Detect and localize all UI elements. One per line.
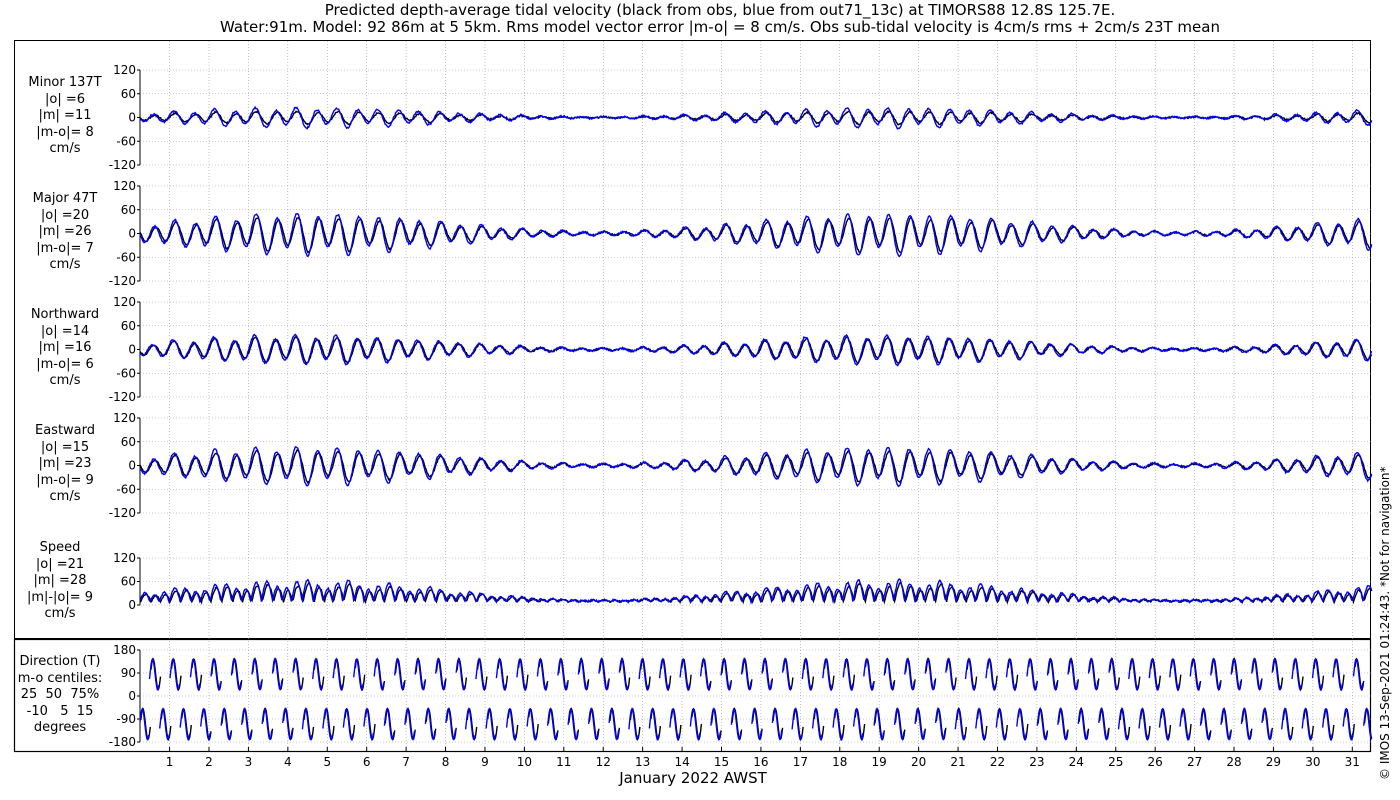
x-tick-label-21: 21 bbox=[950, 755, 965, 769]
x-tick-label-12: 12 bbox=[596, 755, 611, 769]
upper-frame bbox=[14, 40, 1371, 639]
x-tick-label-16: 16 bbox=[753, 755, 768, 769]
y-tick-label-panel-3--120: -120 bbox=[109, 506, 136, 520]
y-tick-label-panel-1-120: 120 bbox=[113, 179, 136, 193]
x-tick-label-26: 26 bbox=[1148, 755, 1163, 769]
series-model-panel-2 bbox=[140, 333, 1373, 367]
y-tick-label-panel-2-0: 0 bbox=[128, 343, 136, 357]
y-tick-label-panel-5--180: -180 bbox=[109, 735, 136, 749]
y-tick-label-panel-2--120: -120 bbox=[109, 390, 136, 404]
x-tick-label-2: 2 bbox=[205, 755, 213, 769]
y-tick-label-panel-5-90: 90 bbox=[121, 666, 136, 680]
y-tick-label-panel-3-120: 120 bbox=[113, 411, 136, 425]
y-tick-label-panel-4-120: 120 bbox=[113, 551, 136, 565]
x-tick-label-24: 24 bbox=[1069, 755, 1084, 769]
y-tick-label-panel-0--60: -60 bbox=[116, 134, 136, 148]
y-tick-label-panel-3--60: -60 bbox=[116, 482, 136, 496]
x-tick-label-29: 29 bbox=[1266, 755, 1281, 769]
chart-canvas: 1 2 3 4 5 6 7 8 9 10 11 12 13 14 15 16 17 18 19 20 21 22 23 24 2… bbox=[13, 40, 1373, 769]
x-axis-label: January 2022 AWST bbox=[619, 769, 767, 787]
y-tick-label-panel-1-0: 0 bbox=[128, 227, 136, 241]
x-tick-label-6: 6 bbox=[363, 755, 371, 769]
x-tick-label-14: 14 bbox=[674, 755, 689, 769]
x-tick-label-23: 23 bbox=[1029, 755, 1044, 769]
panel-label-minor: Minor 137T |o| =6 |m| =11 |m-o|= 8 cm/s bbox=[28, 75, 102, 156]
x-tick-label-8: 8 bbox=[442, 755, 450, 769]
x-tick-label-28: 28 bbox=[1226, 755, 1241, 769]
x-tick-label-27: 27 bbox=[1187, 755, 1202, 769]
y-tick-label-panel-1--120: -120 bbox=[109, 274, 136, 288]
x-tick-label-11: 11 bbox=[556, 755, 571, 769]
y-tick-label-panel-5-0: 0 bbox=[128, 689, 136, 703]
x-tick-label-31: 31 bbox=[1345, 755, 1360, 769]
panel-label-direction: Direction (T) m-o centiles: 25 50 75% -1… bbox=[17, 654, 103, 735]
y-tick-label-panel-5--90: -90 bbox=[116, 712, 136, 726]
y-tick-label-panel-0-120: 120 bbox=[113, 63, 136, 77]
y-tick-label-panel-0--120: -120 bbox=[109, 158, 136, 172]
panel-label-major: Major 47T |o| =20 |m| =26 |m-o|= 7 cm/s bbox=[32, 191, 98, 272]
x-tick-label-10: 10 bbox=[517, 755, 532, 769]
y-tick-label-panel-0-0: 0 bbox=[128, 111, 136, 125]
x-tick-label-20: 20 bbox=[911, 755, 926, 769]
y-tick-label-panel-2-60: 60 bbox=[121, 319, 136, 333]
x-tick-label-30: 30 bbox=[1305, 755, 1320, 769]
y-tick-label-panel-3-0: 0 bbox=[128, 459, 136, 473]
credit-note: © IMOS 13-Sep-2021 01:24:43. *Not for na… bbox=[1378, 466, 1392, 780]
series-obs-panel-5 bbox=[140, 657, 1373, 742]
x-tick-label-18: 18 bbox=[832, 755, 847, 769]
panel-label-speed: Speed |o| =21 |m| =28 |m|-|o|= 9 cm/s bbox=[26, 540, 94, 621]
y-tick-label-panel-1--60: -60 bbox=[116, 250, 136, 264]
y-tick-label-panel-0-60: 60 bbox=[121, 87, 136, 101]
y-tick-label-panel-4-0: 0 bbox=[128, 598, 136, 612]
x-tick-label-3: 3 bbox=[245, 755, 253, 769]
x-tick-label-13: 13 bbox=[635, 755, 650, 769]
panel-label-eastward: Eastward |o| =15 |m| =23 |m-o|= 9 cm/s bbox=[34, 423, 96, 504]
x-tick-label-1: 1 bbox=[166, 755, 174, 769]
y-tick-label-panel-4-60: 60 bbox=[121, 575, 136, 589]
x-tick-label-5: 5 bbox=[323, 755, 331, 769]
y-tick-label-panel-5-180: 180 bbox=[113, 643, 136, 657]
y-tick-label-panel-3-60: 60 bbox=[121, 435, 136, 449]
y-tick-label-panel-2--60: -60 bbox=[116, 366, 136, 380]
x-tick-label-22: 22 bbox=[990, 755, 1005, 769]
x-tick-label-9: 9 bbox=[481, 755, 489, 769]
y-tick-label-panel-2-120: 120 bbox=[113, 295, 136, 309]
x-tick-label-19: 19 bbox=[872, 755, 887, 769]
x-tick-label-15: 15 bbox=[714, 755, 729, 769]
x-tick-label-17: 17 bbox=[793, 755, 808, 769]
panel-label-northward: Northward |o| =14 |m| =16 |m-o|= 6 cm/s bbox=[30, 307, 100, 388]
x-tick-label-4: 4 bbox=[284, 755, 292, 769]
y-tick-label-panel-1-60: 60 bbox=[121, 203, 136, 217]
x-tick-label-7: 7 bbox=[402, 755, 410, 769]
x-tick-label-25: 25 bbox=[1108, 755, 1123, 769]
